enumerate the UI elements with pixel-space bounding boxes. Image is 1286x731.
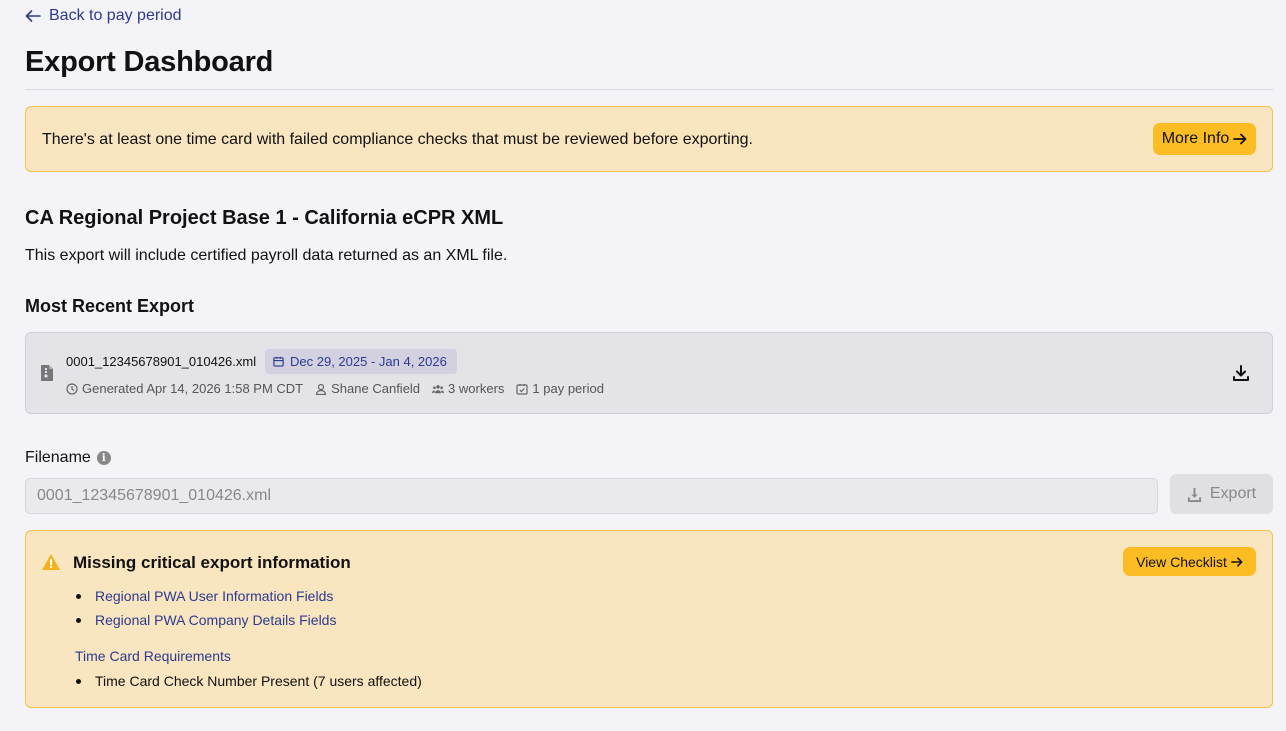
generated-meta: Generated Apr 14, 2026 1:58 PM CDT [66,381,303,396]
back-to-pay-period-link[interactable]: Back to pay period [25,7,182,25]
info-icon[interactable]: i [96,451,111,465]
workers-meta: 3 workers [432,381,504,396]
missing-fields-list: Regional PWA User Information Fields Reg… [75,588,336,636]
user-meta: Shane Canfield [315,381,420,396]
alert-message: There's at least one time card with fail… [42,131,753,148]
title-divider [25,89,1273,90]
page-title: Export Dashboard [25,46,274,78]
back-link-label: Back to pay period [49,7,182,24]
missing-field-link[interactable]: Regional PWA Company Details Fields [75,612,336,636]
arrow-right-icon [1233,133,1247,145]
view-checklist-button[interactable]: View Checklist [1123,547,1256,576]
time-card-requirement-item: Time Card Check Number Present (7 users … [75,673,422,689]
user-text: Shane Canfield [331,381,421,396]
arrow-right-icon [1230,556,1243,567]
filename-label: Filename i [25,449,111,467]
filename-input[interactable] [25,478,1158,514]
file-icon [41,365,53,381]
filename-label-text: Filename [25,449,91,466]
generated-text: Generated Apr 14, 2026 1:58 PM CDT [82,381,304,396]
missing-info-panel: Missing critical export information View… [25,530,1273,708]
calendar-icon [273,356,284,367]
export-button[interactable]: Export [1170,474,1273,514]
view-checklist-label: View Checklist [1136,553,1227,570]
compliance-alert-banner: There's at least one time card with fail… [25,106,1273,172]
download-icon[interactable] [1232,364,1250,382]
download-icon [1187,487,1201,502]
date-range-text: Dec 29, 2025 - Jan 4, 2026 [290,354,447,369]
workers-text: 3 workers [448,381,505,396]
arrow-left-icon [25,10,41,22]
export-metadata-row: Generated Apr 14, 2026 1:58 PM CDT Shane… [66,381,616,396]
date-range-badge: Dec 29, 2025 - Jan 4, 2026 [265,349,457,374]
missing-info-title: Missing critical export information [73,553,351,572]
time-card-requirements-list: Time Card Check Number Present (7 users … [75,673,422,689]
pay-period-text: 1 pay period [532,381,604,396]
calendar-check-icon [516,383,529,395]
most-recent-export-heading: Most Recent Export [25,296,195,316]
recent-export-card: 0001_12345678901_010426.xml Dec 29, 2025… [25,332,1273,414]
user-icon [316,383,327,395]
more-info-label: More Info [1161,130,1230,147]
pay-period-meta: 1 pay period [516,381,604,396]
users-icon [432,384,445,393]
missing-field-link[interactable]: Regional PWA User Information Fields [75,588,336,612]
more-info-button[interactable]: More Info [1153,123,1256,155]
export-file-name: 0001_12345678901_010426.xml [66,354,257,369]
export-config-description: This export will include certified payro… [25,247,508,264]
export-button-label: Export [1209,485,1257,502]
export-config-title: CA Regional Project Base 1 - California … [25,207,504,229]
warning-triangle-icon [42,554,60,570]
clock-icon [66,382,78,395]
time-card-requirements-link[interactable]: Time Card Requirements [75,648,231,664]
